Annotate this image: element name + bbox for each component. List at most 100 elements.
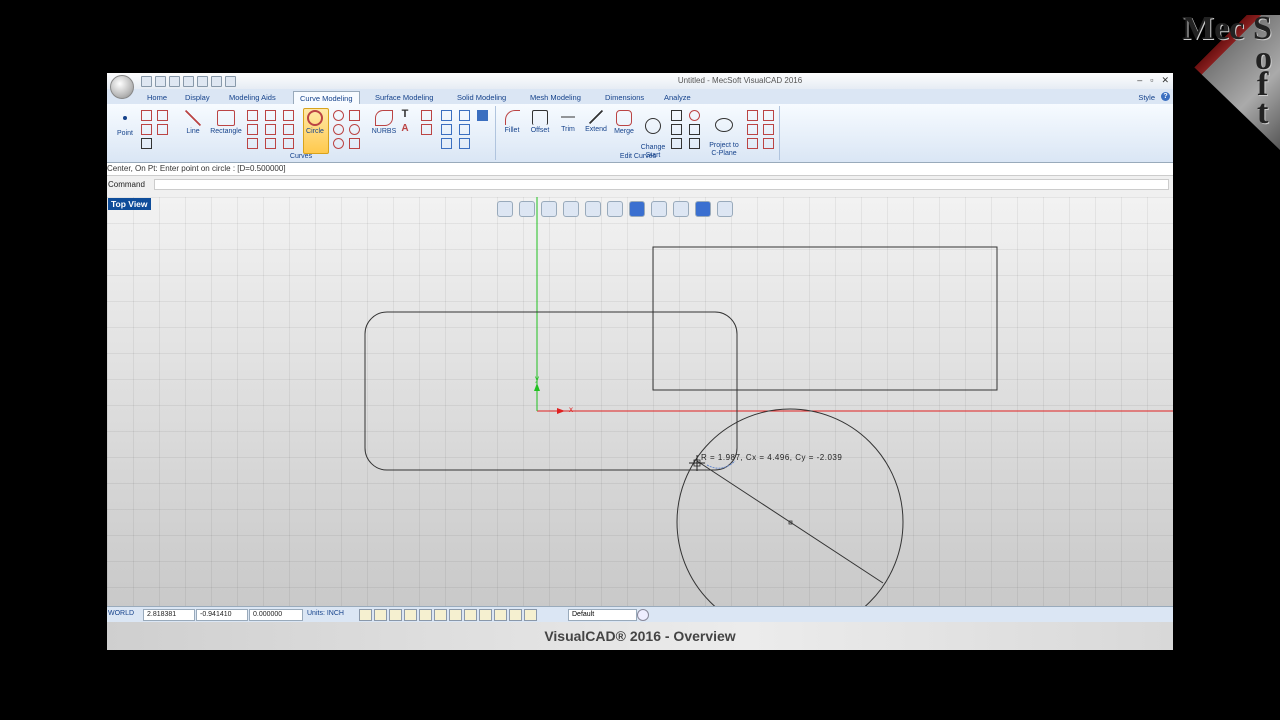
explode-icon[interactable] xyxy=(671,138,682,149)
extend-tool[interactable]: Extend xyxy=(581,110,611,133)
layer-manager-icon[interactable] xyxy=(524,609,537,621)
line-tool[interactable]: Line xyxy=(179,110,207,135)
arc-end-icon[interactable] xyxy=(349,138,360,149)
chamfer-icon[interactable] xyxy=(747,124,758,135)
print-icon[interactable] xyxy=(183,76,194,87)
intersect-icon[interactable] xyxy=(459,138,470,149)
circle-3pt-icon[interactable] xyxy=(333,124,344,135)
quad-snap-icon[interactable] xyxy=(449,609,462,621)
extract-iso-icon[interactable] xyxy=(441,124,452,135)
helix-icon[interactable] xyxy=(157,110,168,121)
text-icon[interactable]: T xyxy=(399,108,411,120)
spiral-curve-icon[interactable] xyxy=(421,110,432,121)
arc-tangent-icon[interactable] xyxy=(265,138,276,149)
tab-display[interactable]: Display xyxy=(179,91,216,104)
undo-icon[interactable] xyxy=(197,76,208,87)
end-snap-icon[interactable] xyxy=(404,609,417,621)
refresh-icon[interactable] xyxy=(225,76,236,87)
help-icon[interactable]: ? xyxy=(1161,92,1170,101)
open-file-icon[interactable] xyxy=(155,76,166,87)
application-menu-button[interactable] xyxy=(110,75,134,99)
layer-select[interactable]: Default xyxy=(568,609,637,621)
split-icon[interactable] xyxy=(689,124,700,135)
layer-color-icon[interactable] xyxy=(509,609,522,621)
intersect-snap-icon[interactable] xyxy=(464,609,477,621)
ortho-snap-icon[interactable] xyxy=(374,609,387,621)
curve-from-points-icon[interactable] xyxy=(421,124,432,135)
section-icon[interactable] xyxy=(441,138,452,149)
offset-tool[interactable]: Offset xyxy=(527,110,553,134)
tab-home[interactable]: Home xyxy=(141,91,173,104)
circle-tangent-icon[interactable] xyxy=(333,138,344,149)
circle-2pt-icon[interactable] xyxy=(333,110,344,121)
close-curve-icon[interactable] xyxy=(689,110,700,121)
arc-icon[interactable] xyxy=(265,110,276,121)
tab-surface-modeling[interactable]: Surface Modeling xyxy=(369,91,439,104)
coordinate-system[interactable]: WORLD xyxy=(108,609,134,619)
tab-analyze[interactable]: Analyze xyxy=(658,91,697,104)
tangent-snap-icon[interactable] xyxy=(479,609,492,621)
rectangle-3pt-icon[interactable] xyxy=(247,110,258,121)
silhouette-icon[interactable] xyxy=(459,110,470,121)
nurbs-tool[interactable]: NURBS xyxy=(369,110,399,135)
extract-edge-icon[interactable] xyxy=(441,110,452,121)
polygon-icon[interactable] xyxy=(247,124,258,135)
minimize-button[interactable]: – xyxy=(1137,75,1142,86)
center-snap-icon[interactable] xyxy=(434,609,447,621)
ellipse-icon[interactable] xyxy=(283,110,294,121)
rebuild-icon[interactable] xyxy=(689,138,700,149)
settings-icon[interactable] xyxy=(637,609,649,621)
tab-solid-modeling[interactable]: Solid Modeling xyxy=(451,91,512,104)
curve-blend-edit-icon[interactable] xyxy=(763,110,774,121)
point-grid-icon[interactable] xyxy=(141,138,152,149)
grid-snap-icon[interactable] xyxy=(359,609,372,621)
x-coordinate: 2.818381 xyxy=(143,609,195,621)
spiral-icon[interactable] xyxy=(141,124,152,135)
mid-snap-icon[interactable] xyxy=(419,609,432,621)
command-prompt: Center, On Pt: Enter point on circle : [… xyxy=(107,163,1173,176)
units-indicator[interactable]: Units: INCH xyxy=(307,609,344,619)
solid-curve-icon[interactable] xyxy=(477,110,488,121)
rectangle-tool[interactable]: Rectangle xyxy=(207,110,245,135)
curve-blend-icon[interactable] xyxy=(349,110,360,121)
point-tool[interactable]: Point xyxy=(113,116,137,137)
tab-modeling-aids[interactable]: Modeling Aids xyxy=(223,91,282,104)
fillet-tool[interactable]: Fillet xyxy=(499,110,525,134)
top-view-viewport[interactable]: Top View x y R = 1.987, Cx = 4.496, Cy =… xyxy=(107,197,1173,606)
ellipse-3pt-icon[interactable] xyxy=(283,124,294,135)
reverse-icon[interactable] xyxy=(671,110,682,121)
tab-curve-modeling[interactable]: Curve Modeling xyxy=(293,91,360,105)
arc-center-icon[interactable] xyxy=(283,138,294,149)
projection-icon[interactable] xyxy=(459,124,470,135)
tab-mesh-modeling[interactable]: Mesh Modeling xyxy=(524,91,587,104)
sketch-icon[interactable] xyxy=(157,124,168,135)
slot-icon[interactable] xyxy=(247,138,258,149)
perp-snap-icon[interactable] xyxy=(494,609,507,621)
fair-curve-icon[interactable] xyxy=(763,138,774,149)
new-file-icon[interactable] xyxy=(141,76,152,87)
join-icon[interactable] xyxy=(671,124,682,135)
command-input[interactable] xyxy=(154,179,1169,190)
trim-icon xyxy=(561,110,575,124)
save-icon[interactable] xyxy=(169,76,180,87)
y-axis-arrow xyxy=(534,383,540,391)
circle-tan-tan-icon[interactable] xyxy=(349,124,360,135)
match-curve-icon[interactable] xyxy=(763,124,774,135)
close-button[interactable]: ✕ xyxy=(1161,75,1169,86)
style-menu[interactable]: Style xyxy=(1138,91,1155,104)
ribbon-tabs: Home Display Modeling Aids Curve Modelin… xyxy=(107,89,1173,105)
arc-3pt-icon[interactable] xyxy=(265,124,276,135)
polyline-icon[interactable] xyxy=(141,110,152,121)
simplify-icon[interactable] xyxy=(747,138,758,149)
merge-tool[interactable]: Merge xyxy=(611,110,637,135)
project-to-cplane-tool[interactable]: Project to C-Plane xyxy=(705,110,743,158)
trim-tool[interactable]: Trim xyxy=(555,110,581,133)
fillet-corners-icon[interactable] xyxy=(747,110,758,121)
circle-tool[interactable]: Circle xyxy=(303,110,327,135)
point-snap-icon[interactable] xyxy=(389,609,402,621)
redo-icon[interactable] xyxy=(211,76,222,87)
merge-label: Merge xyxy=(614,128,634,135)
tab-dimensions[interactable]: Dimensions xyxy=(599,91,650,104)
text-curve-icon[interactable]: A xyxy=(399,123,411,134)
maximize-button[interactable]: ▫ xyxy=(1150,75,1153,86)
